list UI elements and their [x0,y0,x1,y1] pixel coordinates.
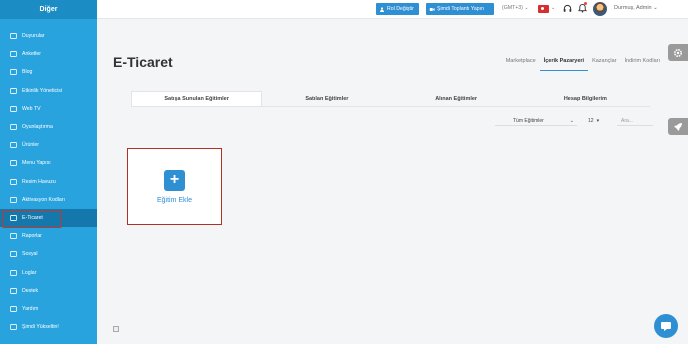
sidebar-item[interactable]: Yardım [0,300,97,318]
sidebar-item[interactable]: Blog [0,63,97,81]
sidebar-item[interactable]: E-Ticaret [0,208,97,229]
caret-down-icon: ▾ [596,118,600,124]
sidebar-item-label: Yardım [22,305,39,312]
headset-icon[interactable] [563,4,572,13]
rocket-button[interactable] [668,118,688,135]
video-icon [429,7,435,11]
sidebar-item[interactable]: Web TV [0,100,97,118]
sidebar-item[interactable]: Şimdi Yükseltin! [0,318,97,336]
top-tab[interactable]: Kazançlar [588,58,620,71]
sidebar-item[interactable]: Raporlar [0,227,97,245]
sidebar-header: Diğer [0,0,97,19]
checklist-icon [9,51,17,58]
avatar[interactable] [593,2,607,16]
social-icon [9,251,17,258]
user-icon [380,6,384,12]
page-size-select[interactable]: 12 ▾ [588,116,606,126]
chevron-down-icon: ⌄ [569,117,574,124]
sidebar-item[interactable]: Sosyal [0,245,97,263]
notification-badge [584,2,587,5]
sidebar-item-label: E-Ticaret [22,214,43,221]
top-tab[interactable]: İndirim Kodları [621,58,664,71]
sub-tab[interactable]: Satışa Sunulan Eğitimler [131,91,263,106]
help-icon [9,305,17,312]
add-training-label: Eğitim Ekle [156,196,192,204]
edit-icon [9,215,17,221]
meet-now-button[interactable]: Şimdi Toplantı Yapın [426,3,494,15]
plus-icon: + [164,169,185,191]
timezone-selector[interactable]: (GMT+3) ⌄ [502,5,529,11]
list-icon [9,269,17,276]
broken-image-icon [113,326,119,332]
topbar: Rol Değiştir Şimdi Toplantı Yapın (GMT+3… [97,0,688,19]
top-tabs: Marketplace İçerik Pazaryeri Kazançlar İndi… [502,58,664,71]
sidebar-item-label: Oyunlaştırma [22,124,53,131]
sidebar: Diğer Duyurular Anketler Blog Etkinlik Yöne… [0,0,97,344]
sidebar-item[interactable]: Loglar [0,263,97,281]
sidebar-item[interactable]: Menu Yapısı [0,154,97,172]
grid-icon [9,87,17,94]
chevron-down-icon[interactable]: ⌄ [551,5,555,11]
gamepad-icon [9,124,17,130]
turkish-flag-icon[interactable] [538,5,549,13]
meet-now-label: Şimdi Toplantı Yapın [437,6,485,12]
gear-icon [673,48,683,57]
sub-tab[interactable]: Satılan Eğitimler [262,91,391,106]
sidebar-item-label: Ürünler [22,142,40,149]
chart-icon [9,233,17,240]
chat-bubble-icon [661,322,671,331]
menu-icon [9,160,17,167]
sidebar-item[interactable]: Anketler [0,45,97,63]
edit-icon [9,69,17,76]
top-tab[interactable]: Marketplace [502,58,540,71]
training-filter-value: Tüm Eğitimler [513,117,544,124]
training-filter-select[interactable]: Tüm Eğitimler ⌄ [495,116,577,126]
sidebar-item-label: Raporlar [22,233,42,240]
add-training-card[interactable]: + Eğitim Ekle [127,148,222,225]
role-switch-label: Rol Değiştir [387,6,414,12]
role-switch-button[interactable]: Rol Değiştir [376,3,419,15]
sidebar-item-label: Etkinlik Yöneticisi [22,87,62,94]
upgrade-icon [9,324,17,331]
sidebar-item[interactable]: Duyurular [0,27,97,45]
rocket-icon [674,122,682,131]
top-tab[interactable]: İçerik Pazaryeri [539,58,589,71]
sidebar-item[interactable]: Destek [0,282,97,300]
clipboard-icon [9,33,17,40]
chat-button[interactable] [654,314,678,338]
page-title: E-Ticaret [113,54,173,70]
code-icon [9,196,17,203]
sidebar-item-label: Şimdi Yükseltin! [22,324,59,331]
box-icon [9,142,17,149]
sub-tabs: Satışa Sunulan Eğitimler Satılan Eğitimle… [131,91,650,107]
sidebar-item-label: Loglar [22,269,37,276]
sub-tab[interactable]: Alınan Eğitimler [392,91,521,106]
settings-gear-icon[interactable] [668,44,688,61]
sidebar-item-label: Blog [22,69,33,76]
sub-tab[interactable]: Hesap Bilgilerim [521,91,650,106]
sidebar-item[interactable]: Oyunlaştırma [0,118,97,136]
sidebar-item-label: Aktivasyon Kodları [22,196,65,203]
sidebar-list: Duyurular Anketler Blog Etkinlik Yöneticisi… [0,27,97,336]
main-content: E-Ticaret Marketplace İçerik Pazaryeri Kaz… [97,19,688,344]
sidebar-item-label: Duyurular [22,33,45,40]
monitor-icon [9,105,17,112]
sidebar-item-label: Sosyal [22,251,38,258]
sidebar-item-label: Anketler [22,51,42,58]
sidebar-item[interactable]: Etkinlik Yöneticisi [0,82,97,100]
sidebar-item-label: Destek [22,287,39,294]
image-icon [9,178,17,185]
sidebar-item[interactable]: Resim Havuzu [0,173,97,191]
sidebar-item[interactable]: Ürünler [0,136,97,154]
lifebuoy-icon [9,287,17,294]
sidebar-item-label: Menu Yapısı [22,160,51,167]
sidebar-item-label: Web TV [22,105,41,112]
search-input[interactable]: Ara... [617,116,653,126]
page-size-value: 12 [588,118,594,124]
user-menu[interactable]: Durmuş, Admin ⌄ [614,5,658,11]
sidebar-item-label: Resim Havuzu [22,178,56,185]
sidebar-item[interactable]: Aktivasyon Kodları [0,191,97,209]
